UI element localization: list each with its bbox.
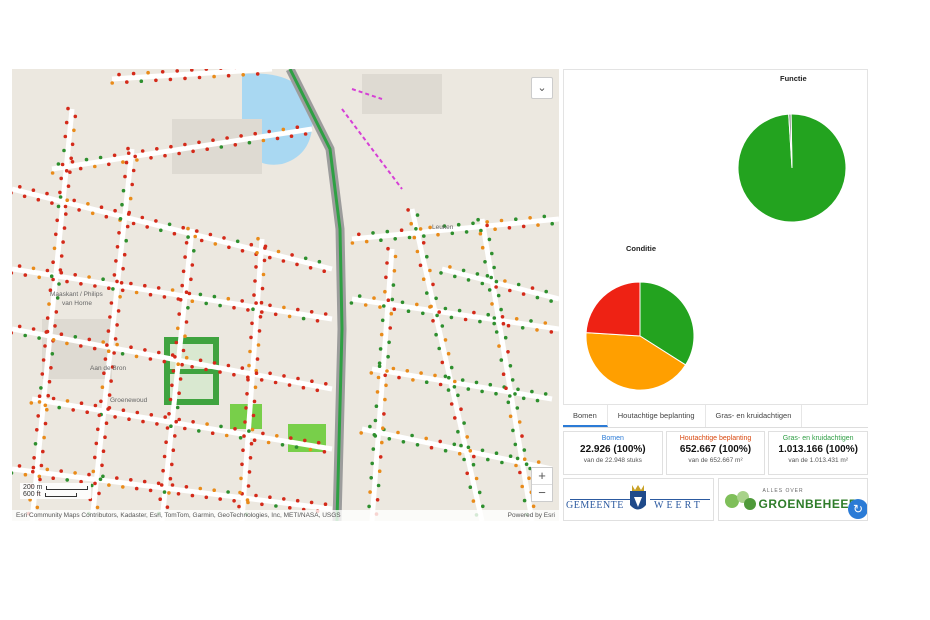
tab-bomen[interactable]: Bomen [563,405,608,427]
map-view[interactable]: Leuken Maaskant / Philips van Horne Aan … [12,69,559,521]
charts-area: Functie Conditie [563,69,868,405]
card-value: 1.013.166 (100%) [778,444,858,455]
weert-logo-left-text: GEMEENTE [566,500,624,511]
map-label-aan-de-bron: Aan de Bron [90,365,127,372]
scale-label-metric: 200 m [23,484,43,491]
map-label-groenewoud: Groenewoud [110,397,148,404]
functie-chart-title: Functie [780,74,807,83]
gemeente-weert-logo: GEMEENTE WEERT [563,478,714,521]
card-houtachtige-beplanting: Houtachtige beplanting 652.667 (100%) va… [665,431,766,475]
card-value: 22.926 (100%) [580,444,646,455]
card-subtext: van de 652.667 m² [688,457,743,464]
tab-houtachtige-beplanting[interactable]: Houtachtige beplanting [607,405,706,427]
card-bomen: Bomen 22.926 (100%) van de 22.948 stuks [563,431,663,475]
map-attribution: Esri Community Maps Contributors, Kadast… [12,510,559,521]
card-subtext: van de 22.948 stuks [583,457,642,464]
card-gras-en-kruidachtigen: Gras- en kruidachtigen 1.013.166 (100%) … [768,431,869,475]
attribution-text: Esri Community Maps Contributors, Kadast… [16,512,341,519]
map-label-van-horne: van Horne [62,300,92,307]
card-value: 652.667 (100%) [679,444,752,455]
indicator-cards: Bomen 22.926 (100%) van de 22.948 stuks … [563,431,869,475]
conditie-pie-chart[interactable] [584,280,696,392]
card-title: Bomen [601,435,624,442]
map-label-maaskant: Maaskant / Philips [50,291,103,298]
functie-pie-chart[interactable] [736,112,848,224]
scale-bar: 200 m 600 ft [20,483,92,499]
groenbeheer-logo: ALLES OVER GROENBEHEER ↻ [717,478,868,521]
conditie-chart-title: Conditie [626,244,656,253]
map-label-leuken: Leuken [432,224,454,231]
zoom-in-button[interactable]: + [532,468,552,484]
refresh-icon[interactable]: ↻ [848,499,868,519]
logo-strip: GEMEENTE WEERT ALLES OVER GROENBEHEER ↻ [563,478,868,521]
weert-logo-right-text: WEERT [654,500,703,511]
card-subtext: van de 1.013.431 m² [788,457,848,464]
leaf-icon [724,491,756,510]
card-title: Houtachtige beplanting [679,435,752,442]
chevron-down-icon[interactable]: ⌄ [531,77,553,99]
zoom-out-button[interactable]: − [532,484,552,501]
weert-crest-icon [630,485,646,510]
scale-label-imperial: 600 ft [23,491,41,498]
dashboard: Leuken Maaskant / Philips van Horne Aan … [12,69,869,521]
tab-gras-en-kruidachtigen[interactable]: Gras- en kruidachtigen [705,405,803,427]
category-tabs: Bomen Houtachtige beplanting Gras- en kr… [563,405,868,428]
stats-panel: Functie Conditie Bomen Houtachtige bepla… [563,69,869,521]
powered-by-link[interactable]: Powered by Esri [508,510,555,521]
card-title: Gras- en kruidachtigen [782,435,854,442]
groen-logo-small-text: ALLES OVER [762,488,804,494]
groen-logo-big-text: GROENBEHEER [758,497,859,511]
conditie-slice-2[interactable] [585,281,641,337]
zoom-control: + − [531,467,553,502]
